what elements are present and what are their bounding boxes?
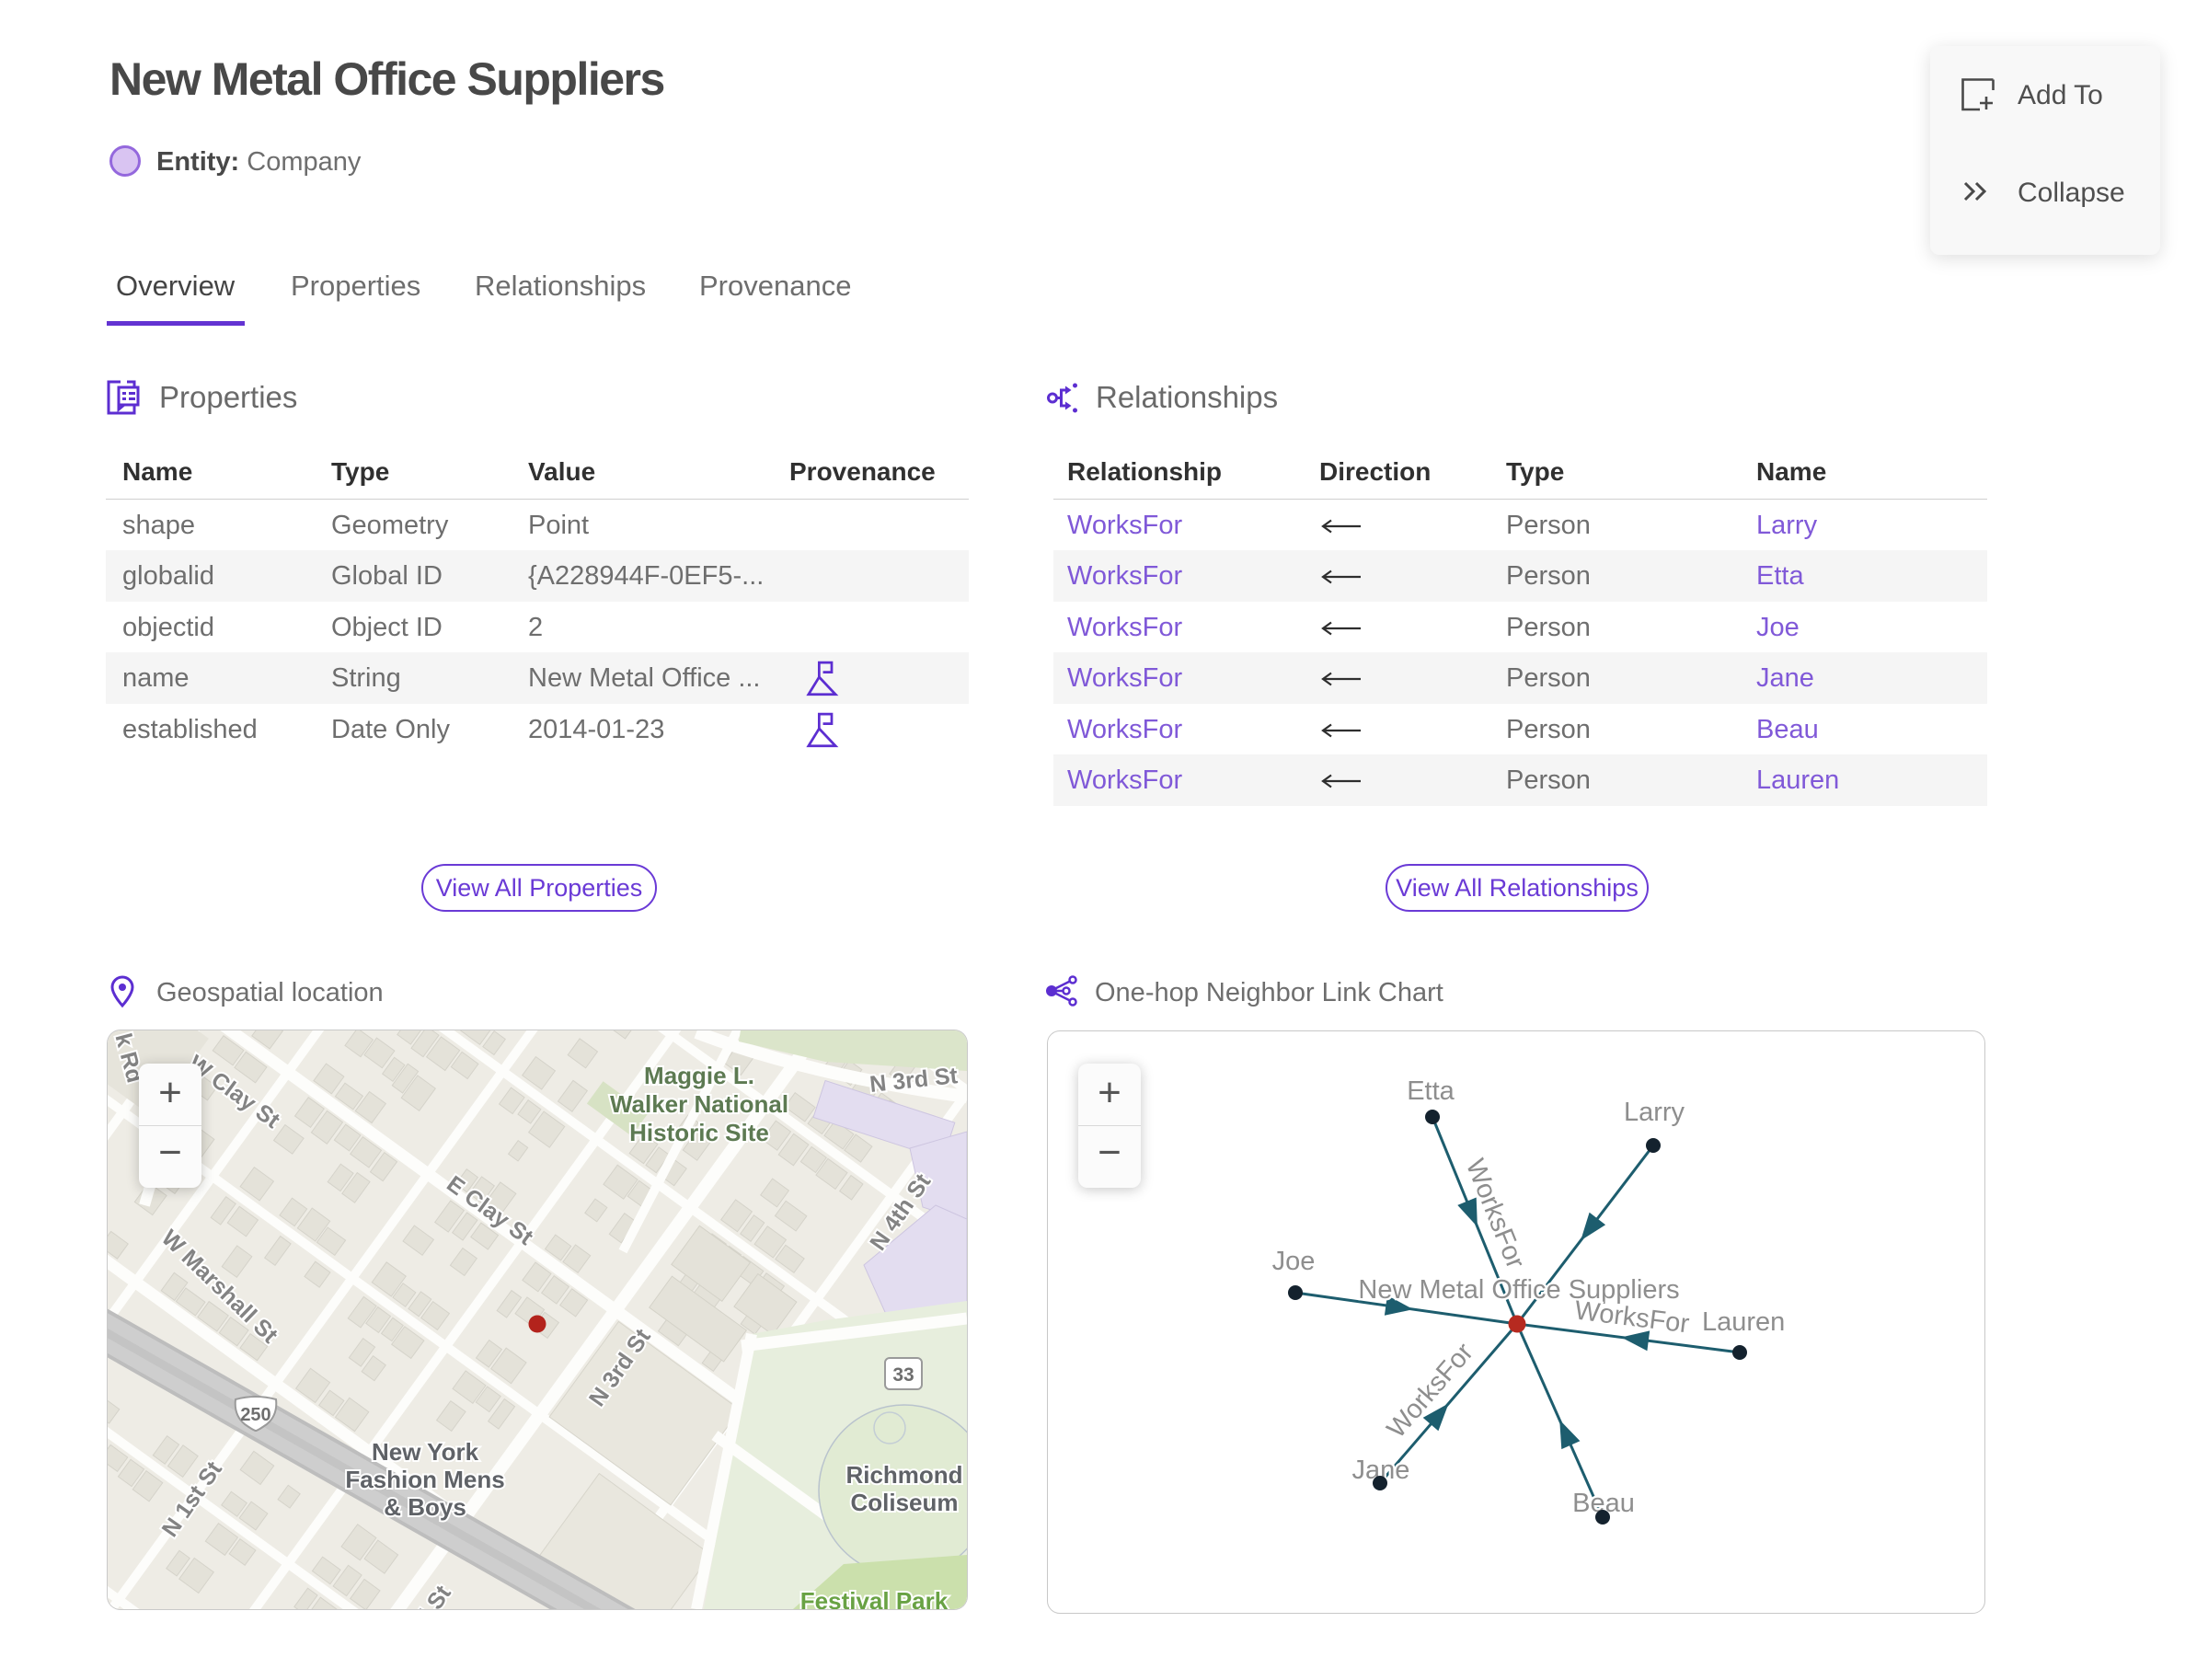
svg-text:& Boys: & Boys — [384, 1493, 466, 1521]
svg-text:Festival Park: Festival Park — [800, 1587, 949, 1609]
svg-text:250: 250 — [240, 1405, 270, 1425]
svg-text:Coliseum: Coliseum — [850, 1489, 958, 1516]
svg-text:Walker National: Walker National — [610, 1090, 788, 1118]
svg-text:Etta: Etta — [1407, 1076, 1455, 1106]
svg-text:33: 33 — [892, 1364, 914, 1386]
svg-text:Fashion Mens: Fashion Mens — [345, 1466, 504, 1493]
svg-text:Lauren: Lauren — [1702, 1307, 1785, 1337]
svg-text:New York: New York — [372, 1438, 479, 1466]
svg-text:Joe: Joe — [1272, 1247, 1316, 1276]
svg-text:Larry: Larry — [1624, 1098, 1685, 1127]
svg-text:Historic Site: Historic Site — [629, 1119, 769, 1146]
svg-text:Richmond: Richmond — [845, 1461, 962, 1489]
svg-text:Maggie L.: Maggie L. — [644, 1062, 754, 1089]
svg-text:WorksFor: WorksFor — [1382, 1338, 1479, 1444]
svg-text:New Metal Office Suppliers: New Metal Office Suppliers — [1358, 1275, 1679, 1305]
